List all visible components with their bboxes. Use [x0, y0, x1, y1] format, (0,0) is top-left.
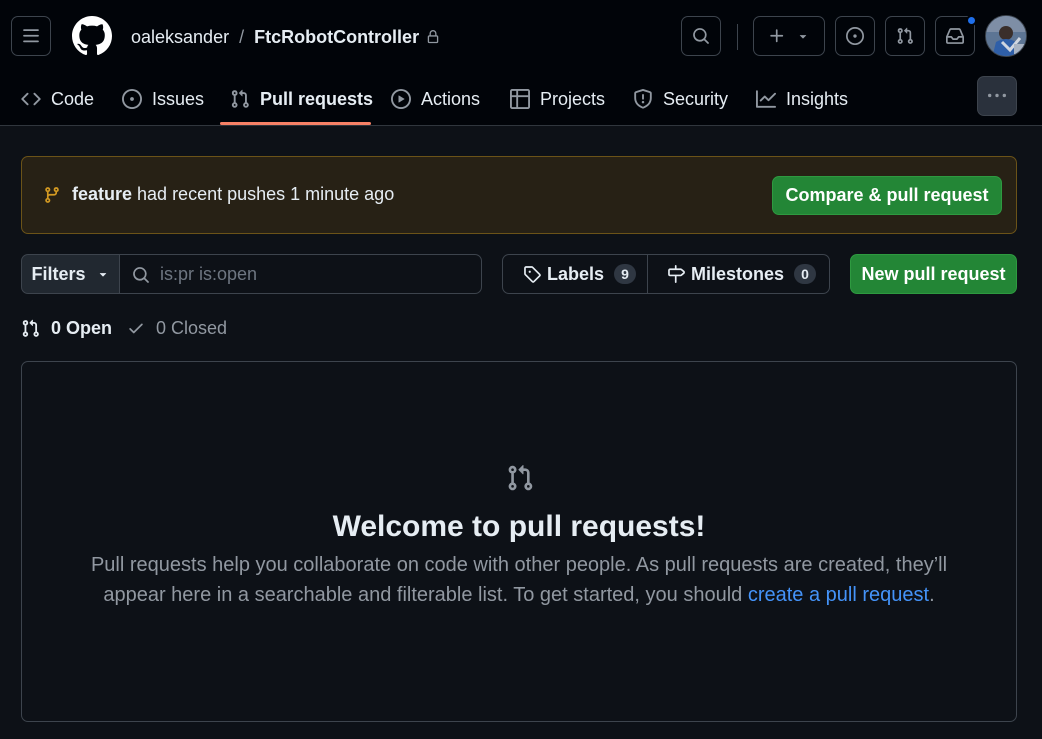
milestones-label: Milestones [691, 263, 785, 284]
search-input[interactable] [160, 255, 470, 293]
app-header: oaleksander / FtcRobotController Code Is… [0, 0, 1042, 126]
code-icon [21, 92, 41, 106]
tag-icon [524, 266, 541, 283]
hamburger-menu-button[interactable] [11, 16, 51, 56]
git-pull-request-icon [231, 89, 249, 108]
labels-milestones-group: Labels 9 Milestones 0 [502, 254, 830, 294]
branch-name[interactable]: feature [72, 184, 132, 205]
lock-icon [427, 30, 439, 44]
breadcrumb-separator: / [239, 26, 245, 47]
github-logo-icon[interactable] [72, 16, 112, 56]
repo-link[interactable]: FtcRobotController [254, 27, 419, 48]
git-pull-request-icon [508, 465, 533, 491]
git-pull-request-icon [22, 319, 39, 337]
create-new-button[interactable] [753, 16, 825, 56]
compare-pull-request-button[interactable]: Compare & pull request [772, 176, 1002, 215]
labels-button[interactable]: Labels 9 [503, 255, 648, 293]
labels-count: 9 [614, 264, 637, 284]
tab-issues[interactable]: Issues [122, 72, 204, 126]
repo-nav: Code Issues Pull requests Actions Projec… [0, 72, 1042, 126]
tab-security[interactable]: Security [633, 72, 728, 126]
more-tabs-button[interactable] [977, 76, 1017, 116]
avatar[interactable] [985, 15, 1027, 57]
shield-icon [634, 89, 652, 109]
tab-issues-label: Issues [152, 88, 205, 109]
milestones-count: 0 [794, 264, 817, 284]
tab-pull-requests-label: Pull requests [260, 88, 374, 109]
milestones-button[interactable]: Milestones 0 [648, 255, 829, 293]
inbox-icon [946, 28, 964, 44]
filters-label: Filters [31, 263, 86, 284]
blankslate-description: Pull requests help you collaborate on co… [82, 550, 956, 610]
tab-insights-label: Insights [786, 88, 849, 109]
table-icon [510, 89, 530, 109]
search-button[interactable] [681, 16, 721, 56]
search-icon [133, 267, 149, 283]
git-branch-icon [45, 187, 59, 203]
tab-security-label: Security [663, 88, 729, 109]
header-divider [737, 24, 738, 50]
play-icon [391, 89, 411, 109]
git-pull-request-icon [897, 27, 913, 44]
closed-filter-link[interactable]: 0 Closed [127, 316, 227, 340]
tab-projects-label: Projects [540, 88, 606, 109]
issue-opened-icon [122, 89, 142, 109]
new-pull-request-button[interactable]: New pull request [850, 254, 1017, 294]
milestone-icon [668, 265, 685, 283]
banner-text: had recent pushes 1 minute ago [137, 184, 395, 204]
blankslate: Welcome to pull requests! Pull requests … [21, 361, 1017, 722]
tab-insights[interactable]: Insights [756, 72, 848, 126]
create-pull-request-link[interactable]: create a pull request [748, 584, 929, 606]
labels-label: Labels [547, 263, 605, 284]
recent-push-banner: feature had recent pushes 1 minute ago C… [21, 156, 1017, 234]
blankslate-period: . [929, 584, 935, 606]
tab-projects[interactable]: Projects [510, 72, 605, 126]
breadcrumb: oaleksander / FtcRobotController [131, 24, 440, 50]
pull-request-search [119, 254, 482, 294]
owner-link[interactable]: oaleksander [131, 27, 229, 48]
tab-actions-label: Actions [421, 88, 481, 109]
plus-icon [770, 29, 784, 43]
triangle-down-icon [99, 273, 106, 277]
blankslate-title: Welcome to pull requests! [332, 510, 706, 543]
your-pull-requests-button[interactable] [885, 16, 925, 56]
hamburger-icon [23, 29, 39, 43]
your-issues-button[interactable] [835, 16, 875, 56]
tab-code[interactable]: Code [21, 72, 94, 126]
issue-opened-icon [846, 27, 864, 45]
closed-count: 0 Closed [156, 317, 228, 338]
search-icon [693, 28, 709, 44]
triangle-down-icon [799, 35, 807, 39]
open-filter-link[interactable]: 0 Open [21, 316, 112, 340]
banner-message: feature had recent pushes 1 minute ago [72, 184, 394, 205]
active-tab-indicator [220, 122, 371, 125]
open-count: 0 Open [51, 317, 113, 338]
filters-button[interactable]: Filters [21, 254, 120, 294]
notification-indicator [966, 15, 977, 26]
check-icon [129, 323, 143, 334]
tab-code-label: Code [51, 88, 95, 109]
tab-pull-requests[interactable]: Pull requests [230, 72, 373, 126]
tab-actions[interactable]: Actions [391, 72, 480, 126]
graph-icon [756, 90, 776, 108]
kebab-horizontal-icon [988, 93, 1006, 98]
